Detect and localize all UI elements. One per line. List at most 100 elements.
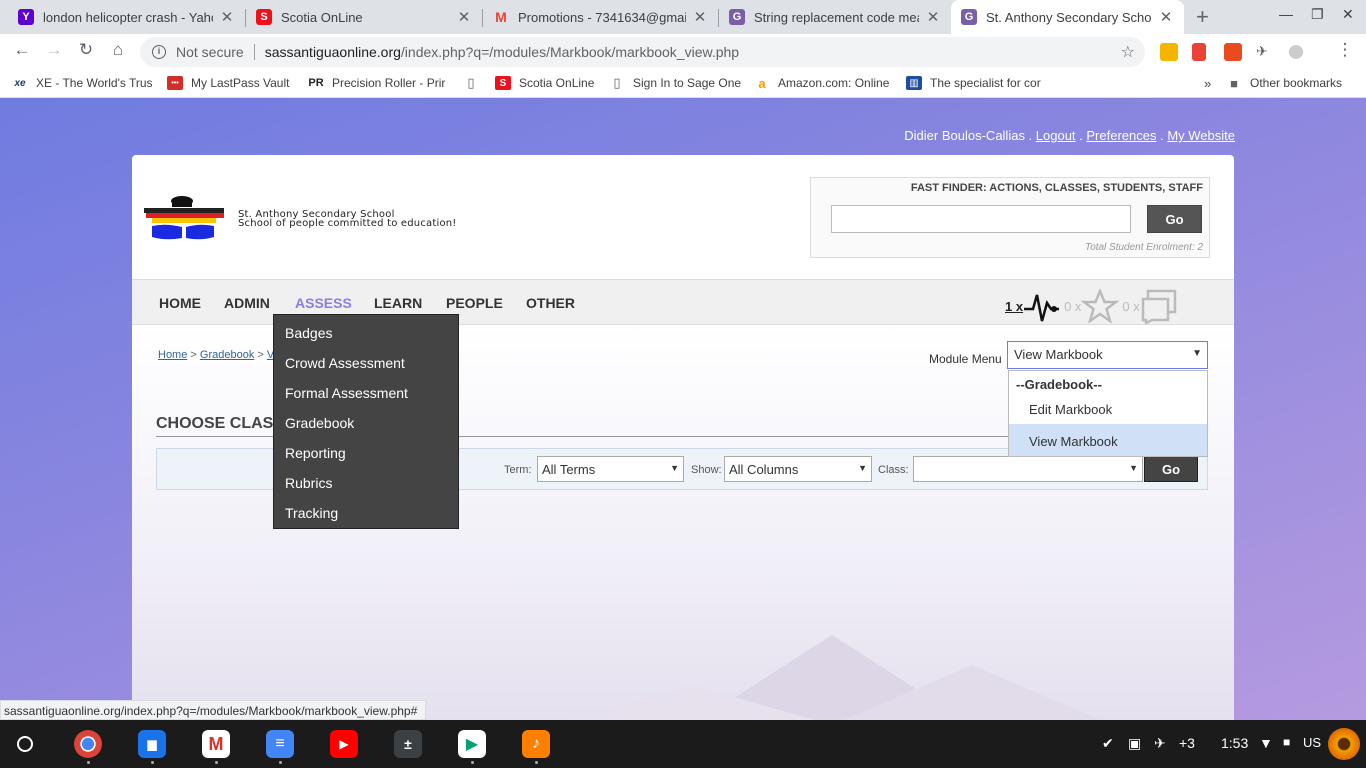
menu-dots-icon[interactable]: ⋮ <box>1333 40 1357 60</box>
home-icon[interactable]: ⌂ <box>106 40 130 60</box>
bookmark-item[interactable]: ▥ The specialist for cor <box>906 76 1041 90</box>
browser-tab[interactable]: Y london helicopter crash - Yahoo ✕ <box>8 0 245 34</box>
breadcrumb-home[interactable]: Home <box>158 349 187 361</box>
menu-home[interactable]: HOME <box>159 295 201 311</box>
bookmark-item[interactable]: ▯ <box>463 75 487 90</box>
calculator-icon[interactable]: ± <box>394 730 422 758</box>
new-tab-button[interactable]: + <box>1196 4 1209 30</box>
office-icon[interactable] <box>1224 43 1242 61</box>
extension-icon[interactable] <box>1289 45 1303 59</box>
assess-item-badges[interactable]: Badges <box>285 325 332 341</box>
close-icon[interactable]: ✕ <box>219 8 235 26</box>
browser-toolbar: ← → ↻ ⌂ i Not secure sassantiguaonline.o… <box>0 34 1366 70</box>
gmail-icon[interactable]: M <box>202 730 230 758</box>
bookmark-star-icon[interactable]: ☆ <box>1121 42 1135 62</box>
play-music-icon[interactable]: ♪ <box>522 730 550 758</box>
module-menu-value: View Markbook <box>1014 347 1103 362</box>
menu-people[interactable]: PEOPLE <box>446 295 503 311</box>
menu-admin[interactable]: ADMIN <box>224 295 270 311</box>
menu-other[interactable]: OTHER <box>526 295 575 311</box>
reload-icon[interactable]: ↻ <box>74 40 98 60</box>
section-title: CHOOSE CLASS <box>156 415 285 432</box>
browser-tab-active[interactable]: G St. Anthony Secondary School - ✕ <box>951 0 1184 34</box>
close-window-icon[interactable]: ✕ <box>1342 6 1354 23</box>
filter-go-button[interactable]: Go <box>1144 456 1198 482</box>
bookmark-item[interactable]: xe XE - The World's Trus <box>12 76 153 90</box>
option-edit-markbook[interactable]: Edit Markbook <box>1029 402 1112 417</box>
extension-icon[interactable] <box>1192 43 1206 61</box>
show-select[interactable]: All Columns ▼ <box>724 456 872 482</box>
files-icon[interactable]: ▆ <box>138 730 166 758</box>
close-icon[interactable]: ✕ <box>456 8 472 26</box>
likes-count: 0 x <box>1064 298 1082 314</box>
star-icon[interactable] <box>1081 289 1120 323</box>
bookmark-item[interactable]: ▯ Sign In to Sage One <box>609 75 741 90</box>
close-icon[interactable]: ✕ <box>1158 8 1174 26</box>
dropdown-arrow-icon: ▼ <box>1192 348 1202 359</box>
bookmark-item[interactable]: a Amazon.com: Online <box>754 76 889 91</box>
pulse-icon <box>1024 294 1060 322</box>
youtube-icon[interactable]: ▶ <box>330 730 358 758</box>
forward-icon[interactable]: → <box>42 40 66 60</box>
lock-icon[interactable]: ■ <box>1283 735 1290 749</box>
my-website-link[interactable]: My Website <box>1167 128 1235 143</box>
other-bookmarks[interactable]: ■ Other bookmarks <box>1226 76 1342 91</box>
assess-item-rubrics[interactable]: Rubrics <box>285 475 332 491</box>
option-view-markbook[interactable]: View Markbook <box>1029 434 1118 449</box>
clock[interactable]: 1:53 <box>1221 735 1248 751</box>
address-bar[interactable]: i Not secure sassantiguaonline.org/index… <box>140 37 1145 67</box>
back-icon[interactable]: ← <box>10 40 34 60</box>
assess-item-gradebook[interactable]: Gradebook <box>285 415 354 431</box>
notification-count[interactable]: 1 x <box>1005 299 1023 314</box>
assess-item-reporting[interactable]: Reporting <box>285 445 346 461</box>
tray-plane-icon[interactable]: ✈ <box>1154 735 1166 752</box>
preferences-link[interactable]: Preferences <box>1086 128 1156 143</box>
assess-item-formal-assessment[interactable]: Formal Assessment <box>285 385 408 401</box>
bookmark-item[interactable]: S Scotia OnLine <box>495 76 594 90</box>
check-icon[interactable]: ✔ <box>1102 735 1114 752</box>
class-select[interactable]: ▼ <box>913 456 1143 482</box>
info-icon[interactable]: i <box>152 45 166 59</box>
fast-finder-input[interactable] <box>831 205 1131 233</box>
browser-tab[interactable]: G String replacement code meanin ✕ <box>719 0 951 34</box>
menu-learn[interactable]: LEARN <box>374 295 422 311</box>
image-icon[interactable]: ▣ <box>1128 735 1141 752</box>
assess-item-crowd-assessment[interactable]: Crowd Assessment <box>285 355 405 371</box>
breadcrumb-gradebook[interactable]: Gradebook <box>200 349 254 361</box>
menu-assess[interactable]: ASSESS <box>295 295 352 311</box>
minimize-icon[interactable]: — <box>1279 6 1293 22</box>
lastpass-icon: ••• <box>167 76 183 90</box>
tray-overflow[interactable]: +3 <box>1179 735 1195 751</box>
wifi-icon[interactable]: ▼ <box>1259 735 1273 751</box>
chrome-icon[interactable] <box>74 730 102 758</box>
yahoo-icon: Y <box>18 9 34 25</box>
restore-icon[interactable]: ❐ <box>1311 6 1324 23</box>
module-menu-select[interactable]: View Markbook ▼ <box>1007 341 1208 369</box>
close-icon[interactable]: ✕ <box>692 8 708 26</box>
assess-dropdown-menu: Badges Crowd Assessment Formal Assessmen… <box>273 314 459 529</box>
notifications[interactable]: 1 x 0 x 0 x <box>1005 288 1180 324</box>
scotia-icon: S <box>495 76 511 90</box>
close-icon[interactable]: ✕ <box>925 8 941 26</box>
bookmark-label: XE - The World's Trus <box>36 76 153 90</box>
browser-tab[interactable]: M Promotions - 7341634@gmail.c ✕ <box>483 0 718 34</box>
main-container: St. Anthony Secondary School School of p… <box>132 155 1234 720</box>
launcher-icon[interactable] <box>17 736 33 752</box>
avatar[interactable] <box>1328 728 1360 760</box>
extension-icon[interactable] <box>1160 43 1178 61</box>
messages-icon[interactable] <box>1140 288 1180 324</box>
docs-icon[interactable]: ≡ <box>266 730 294 758</box>
bookmark-item[interactable]: PR Precision Roller - Prir <box>308 76 445 90</box>
plane-icon[interactable]: ✈ <box>1256 43 1274 61</box>
term-select[interactable]: All Terms ▼ <box>537 456 684 482</box>
browser-tab[interactable]: S Scotia OnLine ✕ <box>246 0 482 34</box>
play-store-icon[interactable]: ▶ <box>458 730 486 758</box>
fast-finder-go-button[interactable]: Go <box>1147 205 1202 233</box>
bookmarks-bar: xe XE - The World's Trus ••• My LastPass… <box>0 70 1366 98</box>
logout-link[interactable]: Logout <box>1036 128 1076 143</box>
assess-item-tracking[interactable]: Tracking <box>285 505 338 521</box>
bookmark-item[interactable]: ••• My LastPass Vault <box>167 76 289 90</box>
page-icon: ▯ <box>613 75 621 90</box>
locale[interactable]: US <box>1303 735 1321 750</box>
bookmarks-overflow-icon[interactable]: » <box>1204 76 1211 91</box>
